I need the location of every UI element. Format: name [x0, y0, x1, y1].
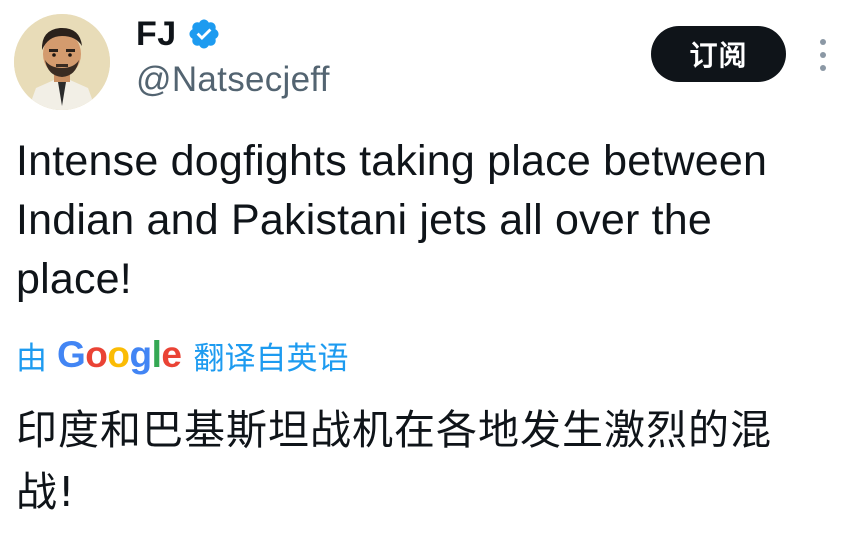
google-letter: o — [107, 334, 130, 375]
translated-tweet-text: 印度和巴基斯坦战机在各地发生激烈的混战! — [16, 406, 772, 516]
translate-attribution[interactable]: 由 Google 翻译自英语 — [16, 333, 348, 377]
display-name[interactable]: FJ — [136, 15, 177, 54]
avatar-image — [14, 14, 110, 110]
translate-suffix: 翻译自英语 — [193, 340, 349, 377]
verified-badge-icon[interactable] — [187, 17, 221, 51]
avatar[interactable] — [14, 14, 110, 110]
more-dot — [820, 65, 826, 71]
google-letter: e — [161, 334, 182, 375]
tweet-text: Intense dogfights taking place between I… — [16, 137, 768, 303]
more-vertical-icon[interactable] — [808, 32, 838, 78]
author-name-row: FJ — [136, 10, 221, 58]
more-dot — [820, 52, 826, 58]
tweet-card: FJ @Natsecjeff 订阅 Intense dogfights taki… — [0, 0, 850, 549]
google-logo-icon: Google — [57, 333, 182, 377]
user-handle[interactable]: @Natsecjeff — [136, 60, 330, 100]
more-dot — [820, 39, 826, 45]
translate-prefix: 由 — [16, 340, 47, 377]
google-letter: g — [129, 334, 153, 375]
google-letter: G — [57, 334, 86, 375]
google-letter: l — [151, 334, 162, 375]
google-letter: o — [85, 334, 108, 375]
subscribe-button[interactable]: 订阅 — [651, 26, 786, 82]
